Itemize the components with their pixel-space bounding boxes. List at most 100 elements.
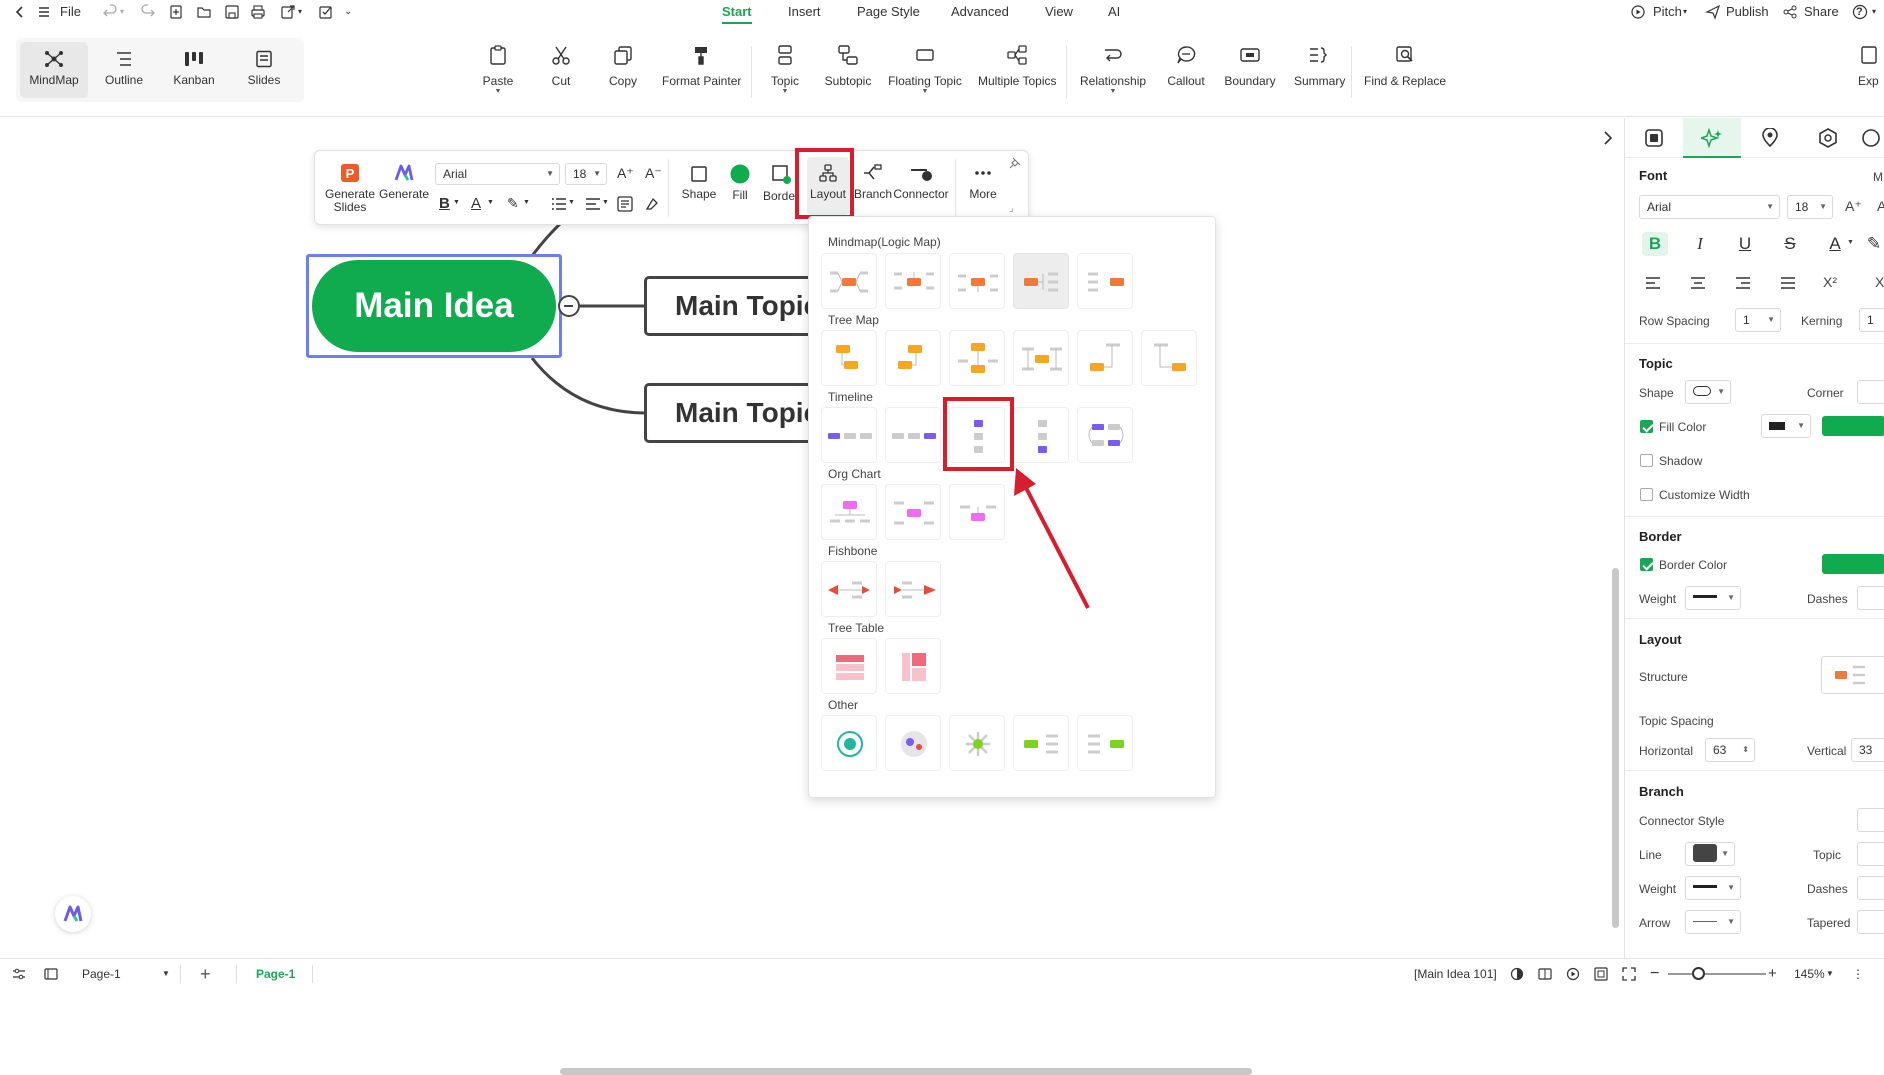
tab-insert[interactable]: Insert — [788, 0, 821, 24]
row-spacing-select[interactable]: 1 ▼ — [1735, 308, 1781, 332]
publish-button[interactable]: Publish — [1726, 0, 1769, 24]
increase-font-icon[interactable]: A⁺ — [1845, 198, 1862, 215]
chevron-down-icon[interactable]: ▼ — [568, 199, 575, 206]
chevron-down-icon[interactable]: ▼ — [523, 199, 530, 206]
tab-advanced[interactable]: Advanced — [951, 0, 1009, 24]
file-menu[interactable]: File — [60, 0, 81, 24]
layout-tree-table-option[interactable] — [885, 638, 941, 694]
line-color-select[interactable]: ▼ — [1685, 842, 1735, 866]
highlight-pen-icon[interactable]: ✎ — [1861, 232, 1884, 256]
tab-style[interactable] — [1625, 118, 1683, 158]
paste-button[interactable]: Paste ▼ — [478, 44, 518, 114]
zoom-out-icon[interactable]: − — [1650, 959, 1659, 989]
shape-select[interactable]: ▼ — [1685, 380, 1731, 404]
layout-mindmap-option[interactable] — [949, 253, 1005, 309]
fill-style-select[interactable]: ▼ — [1761, 414, 1811, 438]
vertical-spacing-input[interactable]: 33 — [1851, 738, 1884, 762]
format-painter-button[interactable]: Format Painter — [662, 44, 741, 114]
layout-mindmap-left-option[interactable] — [1077, 253, 1133, 309]
layout-org-chart-option[interactable] — [885, 484, 941, 540]
branch-topic-select[interactable] — [1857, 842, 1884, 866]
redo-icon[interactable] — [140, 4, 156, 20]
branch-button[interactable]: Branch — [851, 163, 895, 201]
generate-button[interactable]: Generate — [379, 163, 429, 201]
print-icon[interactable] — [250, 4, 266, 20]
tab-view[interactable]: View — [1045, 0, 1073, 24]
view-mindmap[interactable]: MindMap — [20, 42, 88, 98]
zoom-level[interactable]: 145% — [1794, 959, 1825, 989]
tab-ai[interactable]: AI — [1108, 0, 1120, 24]
view-outline[interactable]: Outline — [90, 42, 158, 98]
open-folder-icon[interactable] — [196, 4, 212, 20]
export-ribbon-button[interactable]: Exp — [1858, 44, 1884, 114]
pitch-button[interactable]: Pitch — [1653, 0, 1682, 24]
shadow-checkbox[interactable] — [1640, 454, 1653, 467]
layout-fishbone-option[interactable] — [885, 561, 941, 617]
copy-button[interactable]: Copy — [603, 44, 643, 114]
tapered-select[interactable] — [1857, 910, 1884, 934]
layout-timeline-option[interactable] — [885, 407, 941, 463]
ai-assistant-button[interactable] — [55, 896, 91, 932]
underline-icon[interactable]: U — [1732, 232, 1758, 256]
save-icon[interactable] — [224, 4, 240, 20]
layout-mindmap-option[interactable] — [821, 253, 877, 309]
align-icon[interactable] — [585, 197, 601, 211]
fill-button[interactable]: Fill — [720, 163, 760, 202]
collapse-panel-chevron-icon[interactable] — [1601, 130, 1615, 146]
pitch-icon[interactable] — [1630, 4, 1646, 20]
cut-button[interactable]: Cut — [541, 44, 581, 114]
kerning-input[interactable]: 1 — [1859, 308, 1884, 332]
share-icon[interactable] — [1782, 4, 1798, 20]
back-arrow-icon[interactable] — [12, 4, 28, 20]
main-topic-2[interactable]: Main Topic — [644, 383, 824, 443]
corner-select[interactable] — [1857, 380, 1884, 404]
undo-icon[interactable] — [102, 4, 118, 20]
help-dropdown-icon[interactable]: ▾ — [1872, 0, 1876, 24]
fill-color-swatch[interactable] — [1822, 416, 1884, 436]
publish-icon[interactable] — [1705, 4, 1721, 20]
fullscreen-icon[interactable] — [1622, 967, 1636, 981]
find-replace-button[interactable]: Find & Replace — [1364, 44, 1446, 114]
page-view-icon[interactable] — [44, 967, 58, 981]
branch-weight-select[interactable]: ▼ — [1685, 876, 1741, 900]
font-color-icon[interactable]: A — [471, 195, 481, 212]
tab-marker[interactable] — [1741, 118, 1799, 158]
zoom-in-icon[interactable]: + — [1768, 959, 1777, 989]
pitch-dropdown-icon[interactable]: ▾ — [1683, 0, 1687, 24]
zoom-chevron-icon[interactable]: ▼ — [1826, 959, 1834, 989]
chevron-down-icon[interactable]: ▼ — [487, 199, 494, 206]
share-button[interactable]: Share — [1804, 0, 1839, 24]
align-right-icon[interactable] — [1735, 276, 1751, 290]
align-left-icon[interactable] — [1645, 276, 1661, 290]
justify-icon[interactable] — [1780, 276, 1796, 290]
chevron-down-icon[interactable]: ▼ — [1847, 239, 1854, 246]
zoom-slider-track[interactable] — [1668, 973, 1766, 975]
list-icon[interactable] — [551, 197, 567, 211]
branch-dashes-select[interactable] — [1857, 876, 1884, 900]
decrease-font-icon[interactable]: A — [1877, 198, 1884, 214]
strikethrough-icon[interactable]: S — [1777, 232, 1803, 256]
structure-select[interactable] — [1821, 656, 1884, 694]
panel-font-size-select[interactable]: 18 ▼ — [1787, 195, 1833, 219]
menu-icon[interactable] — [36, 4, 52, 20]
page-tab-active[interactable]: Page-1 — [256, 959, 295, 989]
main-idea-node[interactable]: Main Idea — [312, 260, 556, 352]
boundary-button[interactable]: Boundary — [1224, 44, 1276, 114]
relationship-button[interactable]: Relationship ▼ — [1080, 44, 1146, 114]
floating-topic-button[interactable]: Floating Topic ▼ — [888, 44, 962, 114]
layout-tree-map-option[interactable] — [821, 330, 877, 386]
export-icon[interactable] — [280, 4, 296, 20]
callout-button[interactable]: Callout — [1166, 44, 1206, 114]
more-button[interactable]: More — [963, 163, 1003, 201]
text-color-icon[interactable]: A — [1822, 232, 1848, 256]
chevron-down-icon[interactable]: ▼ — [453, 199, 460, 206]
play-icon[interactable] — [1566, 967, 1580, 981]
layout-other-option[interactable] — [1013, 715, 1069, 771]
shape-button[interactable]: Shape — [679, 163, 719, 201]
decrease-font-icon[interactable]: A⁻ — [645, 165, 662, 182]
layout-tree-map-option[interactable] — [1077, 330, 1133, 386]
more-chevron-icon[interactable]: ⌄ — [344, 0, 352, 24]
zoom-slider-thumb[interactable] — [1692, 967, 1705, 980]
undo-dropdown-icon[interactable]: ▾ — [120, 0, 124, 24]
border-color-checkbox[interactable] — [1640, 558, 1653, 571]
